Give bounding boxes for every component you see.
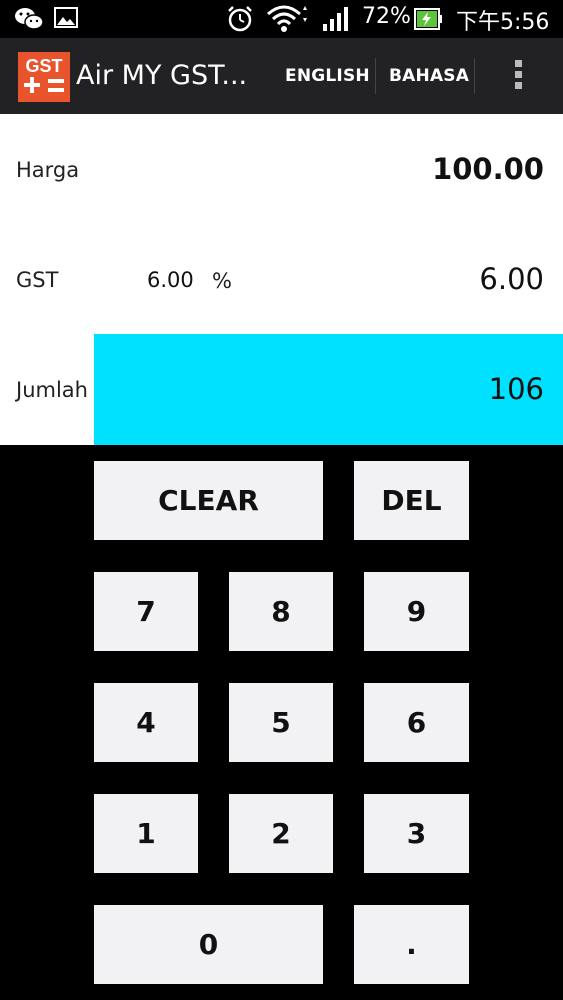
key-2[interactable]: 2 — [229, 794, 333, 873]
battery-charging-icon — [414, 8, 444, 34]
gst-label: GST — [16, 268, 59, 292]
key-8[interactable]: 8 — [229, 572, 333, 651]
gst-amount-value: 6.00 — [479, 262, 544, 296]
divider — [474, 58, 475, 94]
battery-percent: 72% — [362, 4, 411, 29]
del-button[interactable]: DEL — [354, 461, 469, 540]
total-value: 106 — [488, 372, 544, 406]
key-1[interactable]: 1 — [94, 794, 198, 873]
english-button[interactable]: ENGLISH — [285, 66, 370, 86]
key-9[interactable]: 9 — [364, 572, 469, 651]
app-logo[interactable]: GST — [18, 52, 70, 102]
alarm-icon — [226, 5, 254, 37]
action-bar: GST Air MY GST... ENGLISH BAHASA — [0, 38, 563, 114]
total-label: Jumlah — [16, 378, 88, 402]
more-vert-icon[interactable] — [510, 60, 526, 94]
price-label: Harga — [16, 158, 80, 182]
gst-form: Harga 100.00 GST 6.00 % 6.00 Jumlah 106 — [0, 114, 563, 445]
key-6[interactable]: 6 — [364, 683, 469, 762]
key-4[interactable]: 4 — [94, 683, 198, 762]
decimal-key[interactable]: . — [354, 905, 469, 984]
app-title: Air MY GST... — [76, 60, 248, 91]
gst-percent-sign: % — [212, 269, 232, 293]
signal-icon — [322, 6, 350, 36]
key-0[interactable]: 0 — [94, 905, 323, 984]
gst-rate-value[interactable]: 6.00 — [147, 268, 194, 292]
status-bar: 72% 下午5:56 — [0, 0, 563, 38]
wechat-icon — [14, 6, 44, 36]
divider — [375, 58, 376, 94]
logo-text: GST — [25, 56, 62, 76]
price-value[interactable]: 100.00 — [432, 152, 544, 186]
key-5[interactable]: 5 — [229, 683, 333, 762]
key-3[interactable]: 3 — [364, 794, 469, 873]
key-7[interactable]: 7 — [94, 572, 198, 651]
gallery-icon — [54, 6, 78, 34]
wifi-icon — [266, 4, 310, 38]
bahasa-button[interactable]: BAHASA — [389, 66, 469, 86]
clock: 下午5:56 — [456, 10, 550, 35]
clear-button[interactable]: CLEAR — [94, 461, 323, 540]
